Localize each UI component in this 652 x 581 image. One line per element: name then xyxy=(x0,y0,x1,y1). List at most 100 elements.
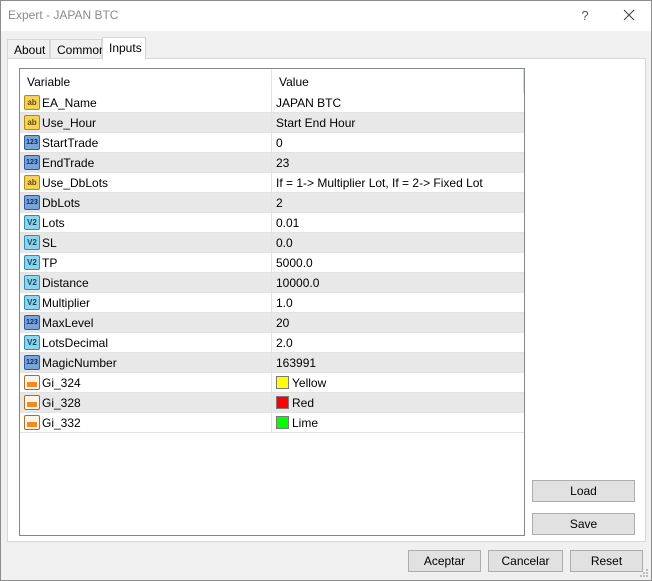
value-cell[interactable]: 23 xyxy=(272,153,524,172)
variable-cell[interactable]: ab Use_DbLots xyxy=(20,173,272,192)
help-button[interactable]: ? xyxy=(567,1,603,29)
value-cell[interactable]: Yellow xyxy=(272,373,524,392)
variable-cell[interactable]: V2 LotsDecimal xyxy=(20,333,272,352)
string-type-icon: ab xyxy=(24,95,40,110)
value-cell[interactable]: If = 1-> Multiplier Lot, If = 2-> Fixed … xyxy=(272,173,524,192)
table-row[interactable]: Gi_324 Yellow xyxy=(20,373,524,393)
double-type-icon: V2 xyxy=(24,235,40,250)
variable-name: StartTrade xyxy=(42,136,99,150)
double-type-icon: V2 xyxy=(24,255,40,270)
value-cell[interactable]: 2 xyxy=(272,193,524,212)
variable-cell[interactable]: 123 MagicNumber xyxy=(20,353,272,372)
help-icon: ? xyxy=(581,7,589,23)
variable-cell[interactable]: ab EA_Name xyxy=(20,93,272,112)
table-row[interactable]: 123 MagicNumber 163991 xyxy=(20,353,524,373)
variable-name: TP xyxy=(42,256,58,270)
value-cell[interactable]: 10000.0 xyxy=(272,273,524,292)
type-icon-label: V2 xyxy=(27,297,37,307)
value-text: If = 1-> Multiplier Lot, If = 2-> Fixed … xyxy=(276,176,483,190)
tab-about[interactable]: About xyxy=(7,39,50,59)
variable-cell[interactable]: V2 TP xyxy=(20,253,272,272)
table-row[interactable]: 123 StartTrade 0 xyxy=(20,133,524,153)
column-header-variable[interactable]: Variable xyxy=(20,69,272,93)
table-row[interactable]: V2 Multiplier 1.0 xyxy=(20,293,524,313)
variable-cell[interactable]: Gi_332 xyxy=(20,413,272,432)
variable-name: Gi_324 xyxy=(42,376,81,390)
variable-name: Use_Hour xyxy=(42,116,97,130)
value-text: 0.0 xyxy=(276,236,293,250)
value-text: 2.0 xyxy=(276,336,293,350)
value-text: 23 xyxy=(276,156,290,170)
variable-name: Gi_332 xyxy=(42,416,81,430)
close-button[interactable] xyxy=(611,1,647,29)
tab-common[interactable]: Common xyxy=(50,39,106,59)
variable-cell[interactable]: V2 Multiplier xyxy=(20,293,272,312)
reset-button[interactable]: Reset xyxy=(570,550,643,572)
type-icon-label: 123 xyxy=(26,319,38,326)
variable-name: MaxLevel xyxy=(42,316,94,330)
table-row[interactable]: 123 MaxLevel 20 xyxy=(20,313,524,333)
variable-cell[interactable]: 123 EndTrade xyxy=(20,153,272,172)
value-cell[interactable]: Red xyxy=(272,393,524,412)
table-row[interactable]: 123 EndTrade 23 xyxy=(20,153,524,173)
variable-cell[interactable]: V2 SL xyxy=(20,233,272,252)
color-swatch xyxy=(276,396,289,409)
value-text: 5000.0 xyxy=(276,256,313,270)
value-cell[interactable]: 2.0 xyxy=(272,333,524,352)
color-value: Lime xyxy=(292,416,319,430)
value-cell[interactable]: JAPAN BTC xyxy=(272,93,524,112)
double-type-icon: V2 xyxy=(24,295,40,310)
integer-type-icon: 123 xyxy=(24,355,40,370)
value-cell[interactable]: 163991 xyxy=(272,353,524,372)
table-row[interactable]: V2 SL 0.0 xyxy=(20,233,524,253)
variable-cell[interactable]: V2 Distance xyxy=(20,273,272,292)
string-type-icon: ab xyxy=(24,115,40,130)
table-row[interactable]: V2 TP 5000.0 xyxy=(20,253,524,273)
table-row[interactable]: ab Use_Hour Start End Hour xyxy=(20,113,524,133)
variable-cell[interactable]: 123 MaxLevel xyxy=(20,313,272,332)
table-row[interactable]: V2 Distance 10000.0 xyxy=(20,273,524,293)
load-button[interactable]: Load xyxy=(532,480,635,502)
inputs-panel: Variable Value ab EA_Name JAPAN BTC ab Use_H… xyxy=(7,58,646,542)
value-cell[interactable]: 20 xyxy=(272,313,524,332)
integer-type-icon: 123 xyxy=(24,155,40,170)
grid-header: Variable Value xyxy=(20,69,524,93)
value-cell[interactable]: 0.01 xyxy=(272,213,524,232)
color-value: Red xyxy=(292,396,315,410)
table-row[interactable]: 123 DbLots 2 xyxy=(20,193,524,213)
column-header-value[interactable]: Value xyxy=(272,69,524,93)
variable-cell[interactable]: V2 Lots xyxy=(20,213,272,232)
table-row[interactable]: V2 Lots 0.01 xyxy=(20,213,524,233)
resize-grip-icon[interactable] xyxy=(639,568,651,580)
value-cell[interactable]: 0 xyxy=(272,133,524,152)
value-text: 2 xyxy=(276,196,283,210)
close-icon xyxy=(623,9,635,21)
table-row[interactable]: ab EA_Name JAPAN BTC xyxy=(20,93,524,113)
variable-cell[interactable]: Gi_328 xyxy=(20,393,272,412)
type-icon-label: V2 xyxy=(27,237,37,247)
title-bar[interactable]: Expert - JAPAN BTC ? xyxy=(1,1,651,31)
variable-name: MagicNumber xyxy=(42,356,117,370)
value-cell[interactable]: Start End Hour xyxy=(272,113,524,132)
variable-name: Gi_328 xyxy=(42,396,81,410)
value-cell[interactable]: 5000.0 xyxy=(272,253,524,272)
value-cell[interactable]: Lime xyxy=(272,413,524,432)
value-text: 10000.0 xyxy=(276,276,320,290)
variable-cell[interactable]: ab Use_Hour xyxy=(20,113,272,132)
variable-cell[interactable]: 123 DbLots xyxy=(20,193,272,212)
table-row[interactable]: Gi_328 Red xyxy=(20,393,524,413)
accept-button[interactable]: Aceptar xyxy=(408,550,481,572)
variable-cell[interactable]: 123 StartTrade xyxy=(20,133,272,152)
table-row[interactable]: ab Use_DbLots If = 1-> Multiplier Lot, If … xyxy=(20,173,524,193)
tab-inputs[interactable]: Inputs xyxy=(102,37,146,60)
save-button[interactable]: Save xyxy=(532,513,635,535)
value-cell[interactable]: 0.0 xyxy=(272,233,524,252)
value-cell[interactable]: 1.0 xyxy=(272,293,524,312)
variable-cell[interactable]: Gi_324 xyxy=(20,373,272,392)
type-icon-label: ab xyxy=(27,97,37,107)
integer-type-icon: 123 xyxy=(24,135,40,150)
value-text: Start End Hour xyxy=(276,116,356,130)
cancel-button[interactable]: Cancelar xyxy=(488,550,563,572)
table-row[interactable]: Gi_332 Lime xyxy=(20,413,524,433)
table-row[interactable]: V2 LotsDecimal 2.0 xyxy=(20,333,524,353)
